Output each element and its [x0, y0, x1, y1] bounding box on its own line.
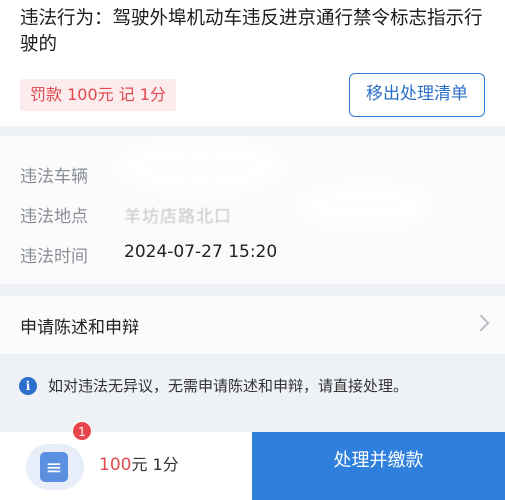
amount-value: 100 — [99, 455, 132, 475]
bottom-action-bar: ≡ 1 100元 1分 处理并缴款 — [0, 421, 505, 500]
chevron-right-icon — [472, 314, 490, 332]
time-value: 2024-07-27 15:20 — [124, 242, 278, 262]
amount-unit: 元 1分 — [131, 455, 179, 474]
violation-title: 违法行为：驾驶外埠机动车违反进京通行禁令标志指示行驶的 — [20, 8, 483, 55]
notice-text: 如对违法无异议，无需申请陈述和申辩，请直接处理。 — [48, 377, 409, 395]
notice-banner: i 如对违法无异议，无需申请陈述和申辩，请直接处理。 — [0, 364, 505, 414]
remove-from-list-button[interactable]: 移出处理清单 — [349, 73, 485, 117]
list-count-badge: 1 — [72, 421, 92, 441]
time-label: 违法时间 — [20, 247, 88, 267]
info-icon: i — [19, 377, 37, 395]
blur-overlay — [120, 142, 280, 192]
process-and-pay-button[interactable]: 处理并缴款 — [252, 432, 505, 500]
violation-details: 违法车辆 违法地点 羊坊店路北口 违法时间 2024-07-27 15:20 — [0, 136, 505, 284]
fine-points-tag: 罚款 100元 记 1分 — [20, 79, 176, 111]
total-amount: 100元 1分 — [99, 451, 179, 475]
appeal-label: 申请陈述和申辩 — [20, 318, 139, 338]
vehicle-label: 违法车辆 — [20, 167, 88, 187]
document-icon: ≡ — [40, 452, 68, 482]
blur-overlay — [300, 186, 430, 226]
violation-card: 违法行为：驾驶外埠机动车违反进京通行禁令标志指示行驶的 罚款 100元 记 1分… — [0, 0, 505, 126]
location-value: 羊坊店路北口 — [124, 207, 232, 227]
location-label: 违法地点 — [20, 207, 88, 227]
appeal-row[interactable]: 申请陈述和申辩 — [0, 296, 505, 354]
